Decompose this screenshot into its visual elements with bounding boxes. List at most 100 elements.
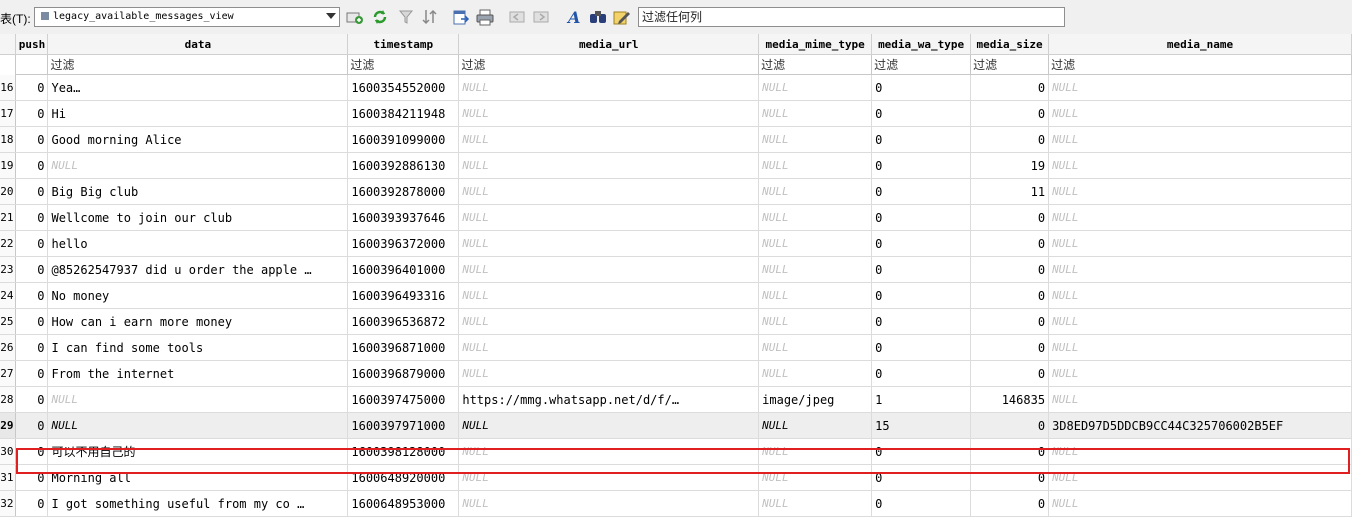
cell-media-mime-type[interactable]: NULL — [758, 152, 873, 179]
cell-media-name[interactable]: NULL — [1048, 230, 1352, 257]
filter-media-wa-type[interactable]: 过滤 — [871, 54, 972, 75]
cell-media-url[interactable]: NULL — [458, 178, 760, 205]
row-number[interactable]: 19 — [0, 152, 17, 179]
cell-timestamp[interactable]: 1600396871000 — [347, 334, 460, 361]
cell-timestamp[interactable]: 1600396493316 — [347, 282, 460, 309]
cell-media-name[interactable]: NULL — [1048, 100, 1352, 127]
chevron-down-icon[interactable] — [326, 13, 336, 19]
cell-media-mime-type[interactable]: NULL — [758, 256, 873, 283]
cell-push[interactable]: 0 — [15, 74, 49, 101]
column-header-data[interactable]: data — [47, 34, 349, 55]
cell-media-mime-type[interactable]: NULL — [758, 282, 873, 309]
cell-push[interactable]: 0 — [15, 412, 49, 439]
cell-media-size[interactable]: 0 — [970, 334, 1050, 361]
cell-media-name[interactable]: NULL — [1048, 126, 1352, 153]
cell-media-url[interactable]: NULL — [458, 74, 760, 101]
cell-media-mime-type[interactable]: image/jpeg — [758, 386, 873, 413]
cell-media-name[interactable]: 3D8ED97D5DDCB9CC44C325706002B5EF — [1048, 412, 1352, 439]
cell-media-url[interactable]: NULL — [458, 334, 760, 361]
cell-data[interactable]: Good morning Alice — [47, 126, 349, 153]
cell-push[interactable]: 0 — [15, 126, 49, 153]
cell-data[interactable]: Morning all — [47, 464, 349, 491]
row-number[interactable]: 21 — [0, 204, 17, 231]
new-record-icon[interactable] — [346, 8, 364, 26]
cell-media-wa-type[interactable]: 0 — [871, 230, 972, 257]
cell-push[interactable]: 0 — [15, 256, 49, 283]
cell-push[interactable]: 0 — [15, 360, 49, 387]
cell-media-mime-type[interactable]: NULL — [758, 412, 873, 439]
row-number[interactable]: 20 — [0, 178, 17, 205]
cell-media-url[interactable]: NULL — [458, 230, 760, 257]
cell-timestamp[interactable]: 1600397971000 — [347, 412, 460, 439]
table-row[interactable]: 27 0 From the internet 1600396879000 NULL NUL… — [0, 360, 1352, 387]
prev-page-icon[interactable] — [508, 8, 526, 26]
row-number[interactable]: 25 — [0, 308, 17, 335]
cell-media-size[interactable]: 0 — [970, 204, 1050, 231]
cell-data[interactable]: NULL — [47, 152, 349, 179]
cell-media-name[interactable]: NULL — [1048, 178, 1352, 205]
cell-media-url[interactable]: NULL — [458, 438, 760, 465]
table-row[interactable]: 18 0 Good morning Alice 1600391099000 NULL NU… — [0, 126, 1352, 153]
cell-media-mime-type[interactable]: NULL — [758, 178, 873, 205]
row-number[interactable]: 16 — [0, 74, 17, 101]
filter-all-columns-input[interactable]: 过滤任何列 — [638, 7, 1065, 27]
cell-media-name[interactable]: NULL — [1048, 334, 1352, 361]
cell-media-url[interactable]: NULL — [458, 100, 760, 127]
row-number[interactable]: 24 — [0, 282, 17, 309]
cell-media-url[interactable]: NULL — [458, 412, 760, 439]
row-number[interactable]: 27 — [0, 360, 17, 387]
cell-timestamp[interactable]: 1600384211948 — [347, 100, 460, 127]
cell-data[interactable]: @85262547937 did u order the apple … — [47, 256, 349, 283]
filter-media-url[interactable]: 过滤 — [458, 54, 760, 75]
cell-media-mime-type[interactable]: NULL — [758, 490, 873, 517]
cell-media-url[interactable]: NULL — [458, 126, 760, 153]
row-number[interactable]: 17 — [0, 100, 17, 127]
cell-media-mime-type[interactable]: NULL — [758, 360, 873, 387]
cell-timestamp[interactable]: 1600391099000 — [347, 126, 460, 153]
filter-push[interactable] — [15, 54, 49, 75]
cell-media-name[interactable]: NULL — [1048, 438, 1352, 465]
cell-media-url[interactable]: NULL — [458, 490, 760, 517]
cell-media-name[interactable]: NULL — [1048, 308, 1352, 335]
font-icon[interactable]: A — [565, 8, 583, 26]
cell-data[interactable]: No money — [47, 282, 349, 309]
cell-media-size[interactable]: 0 — [970, 256, 1050, 283]
cell-media-wa-type[interactable]: 0 — [871, 74, 972, 101]
row-number[interactable]: 30 — [0, 438, 17, 465]
cell-media-wa-type[interactable]: 0 — [871, 152, 972, 179]
filter-timestamp[interactable]: 过滤 — [347, 54, 460, 75]
cell-media-size[interactable]: 0 — [970, 100, 1050, 127]
cell-media-wa-type[interactable]: 1 — [871, 386, 972, 413]
cell-media-name[interactable]: NULL — [1048, 490, 1352, 517]
column-header-media-wa-type[interactable]: media_wa_type — [871, 34, 972, 55]
cell-media-mime-type[interactable]: NULL — [758, 308, 873, 335]
cell-data[interactable]: hello — [47, 230, 349, 257]
row-number[interactable]: 26 — [0, 334, 17, 361]
cell-timestamp[interactable]: 1600392878000 — [347, 178, 460, 205]
table-row[interactable]: 20 0 Big Big club 1600392878000 NULL NULL 0 11 N… — [0, 178, 1352, 205]
cell-media-wa-type[interactable]: 15 — [871, 412, 972, 439]
cell-data[interactable]: Big Big club — [47, 178, 349, 205]
cell-media-url[interactable]: NULL — [458, 204, 760, 231]
cell-media-url[interactable]: NULL — [458, 360, 760, 387]
sort-icon[interactable] — [421, 8, 439, 26]
cell-push[interactable]: 0 — [15, 334, 49, 361]
filter-media-name[interactable]: 过滤 — [1048, 54, 1352, 75]
table-row[interactable]: 23 0 @85262547937 did u order the apple … 1… — [0, 256, 1352, 283]
table-row[interactable]: 31 0 Morning all 1600648920000 NULL NULL 0 0 NUL… — [0, 464, 1352, 491]
cell-media-size[interactable]: 0 — [970, 126, 1050, 153]
table-row[interactable]: 22 0 hello 1600396372000 NULL NULL 0 0 NULL — [0, 230, 1352, 257]
cell-push[interactable]: 0 — [15, 152, 49, 179]
column-header-media-name[interactable]: media_name — [1048, 34, 1352, 55]
next-page-icon[interactable] — [532, 8, 550, 26]
cell-timestamp[interactable]: 1600648953000 — [347, 490, 460, 517]
cell-media-name[interactable]: NULL — [1048, 204, 1352, 231]
cell-media-name[interactable]: NULL — [1048, 256, 1352, 283]
cell-timestamp[interactable]: 1600392886130 — [347, 152, 460, 179]
cell-media-name[interactable]: NULL — [1048, 360, 1352, 387]
cell-data[interactable]: NULL — [47, 412, 349, 439]
edit-icon[interactable] — [613, 8, 631, 26]
cell-media-wa-type[interactable]: 0 — [871, 490, 972, 517]
cell-media-wa-type[interactable]: 0 — [871, 282, 972, 309]
binoculars-icon[interactable] — [589, 8, 607, 26]
